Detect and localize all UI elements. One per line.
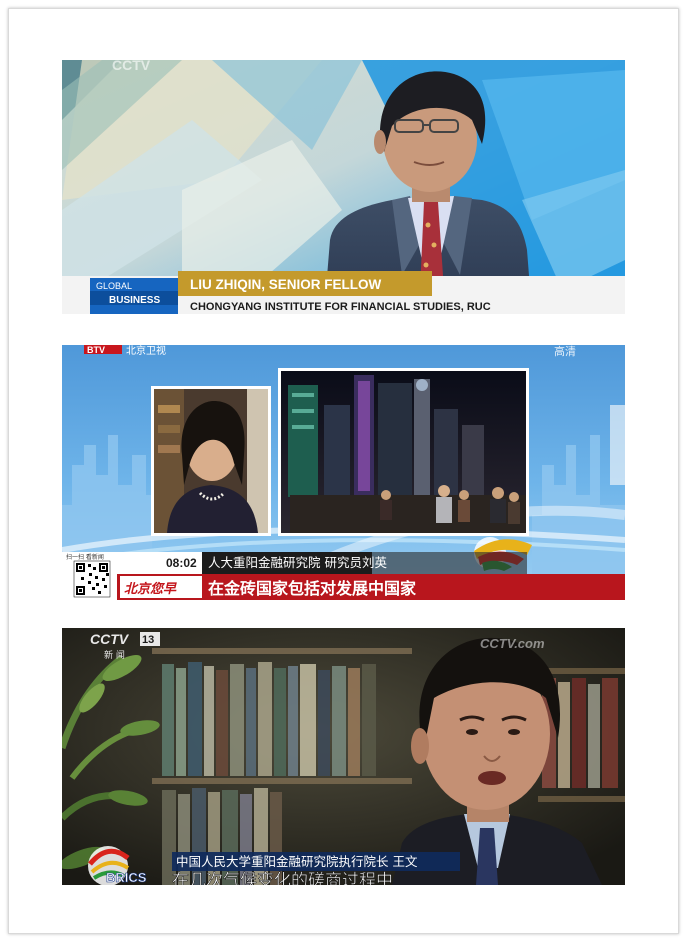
program-name: 北京您早	[124, 581, 177, 597]
tv-still-cctv13: CCTV 13 新 闻 CCTV.com 中国人民大学重阳金融研究院执行院长 王…	[62, 628, 625, 885]
cctv-watermark: CCTV.com	[480, 636, 545, 651]
subtitle-text: 在几次气候变化的磋商过程中	[172, 871, 393, 885]
brics-text: BRICS	[106, 870, 147, 885]
interviewee-frame	[151, 386, 271, 536]
name-caption: 人大重阳金融研究院 研究员刘英	[208, 555, 387, 570]
scene-studio: CCTV GLOBAL BUSINESS LIU ZHIQIN, SENIOR …	[62, 60, 625, 314]
logo-line2: BUSINESS	[109, 295, 160, 306]
affiliation-text: CHONGYANG INSTITUTE FOR FINANCIAL STUDIE…	[190, 301, 491, 313]
subtitle-text: 在金砖国家包括对发展中国家	[208, 579, 417, 598]
scene-news-split: BTV 北京卫视 高清 扫一扫 看新闻 08:02 人大重阳金融研究院 研究员刘…	[62, 345, 625, 600]
scene-library: CCTV 13 新 闻 CCTV.com 中国人民大学重阳金融研究院执行院长 王…	[62, 628, 625, 885]
city-footage-frame	[278, 368, 529, 536]
clock-time: 08:02	[166, 556, 197, 570]
qr-code-icon	[73, 560, 111, 598]
cctv-watermark: CCTV	[112, 60, 151, 73]
cctv-logo-text: CCTV	[90, 631, 130, 647]
logo-line1: GLOBAL	[96, 281, 132, 291]
channel-sub: 新 闻	[104, 649, 125, 661]
qr-caption: 扫一扫 看新闻	[66, 553, 104, 561]
tv-still-global-business: CCTV GLOBAL BUSINESS LIU ZHIQIN, SENIOR …	[62, 60, 625, 314]
channel-number: 13	[142, 634, 154, 646]
tv-still-beijing-tv: BTV 北京卫视 高清 扫一扫 看新闻 08:02 人大重阳金融研究院 研究员刘…	[62, 345, 625, 600]
channel-name: 北京卫视	[126, 345, 166, 357]
side-widget	[610, 405, 625, 485]
name-title-text: LIU ZHIQIN, SENIOR FELLOW	[190, 277, 381, 292]
name-caption: 中国人民大学重阳金融研究院执行院长 王文	[176, 854, 418, 869]
btv-logo-text: BTV	[87, 345, 105, 355]
hd-mark: 高清	[554, 345, 576, 358]
